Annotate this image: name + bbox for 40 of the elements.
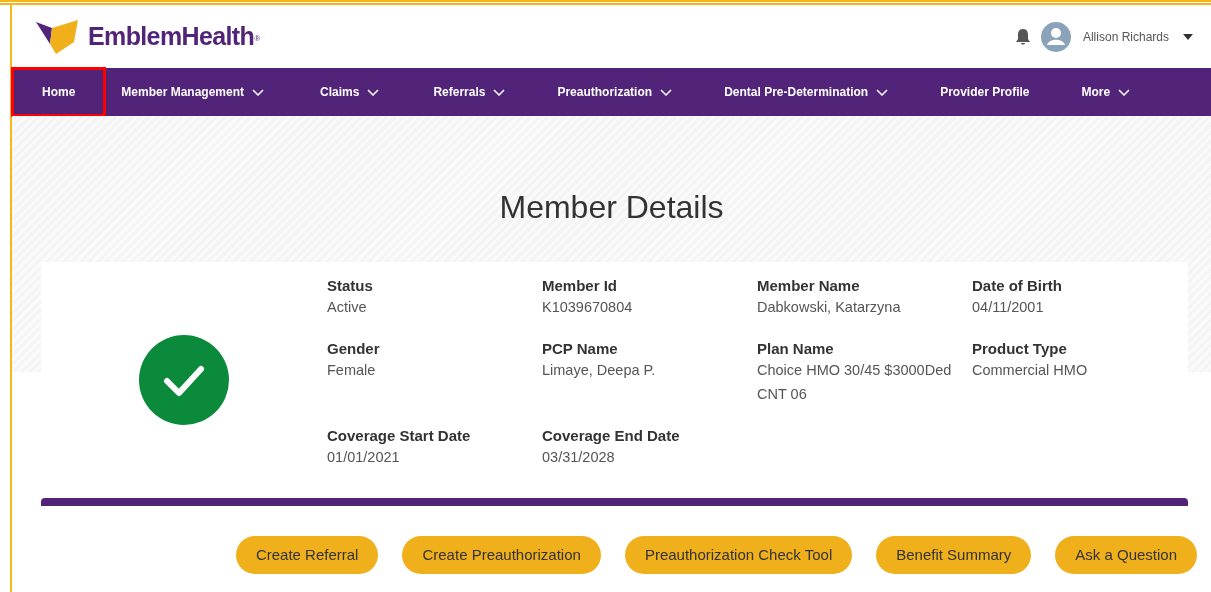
field-label: Coverage Start Date (327, 426, 472, 445)
field-value: 04/11/2001 (972, 298, 1045, 317)
field-value: Limaye, Deepa P. (542, 361, 657, 380)
page-title: Member Details (498, 188, 725, 227)
field-label: Member Id (542, 276, 618, 295)
field-value: 01/01/2021 (327, 448, 401, 467)
caret-icon[interactable] (1183, 33, 1193, 40)
nav-item[interactable]: More (1055, 68, 1157, 116)
action-button[interactable]: Create Referral (235, 536, 379, 574)
nav-item[interactable]: Preauthorization (531, 68, 699, 116)
field-value: 03/31/2028 (542, 448, 616, 467)
action-button[interactable]: Preauthorization Check Tool (624, 536, 853, 574)
bell-icon[interactable] (1014, 27, 1031, 46)
nav-item[interactable]: Member Management (105, 68, 293, 116)
nav-item[interactable]: Referrals (407, 68, 532, 116)
action-button[interactable]: Ask a Question (1055, 536, 1197, 574)
field-label: Plan Name (757, 339, 835, 358)
field-value: Dabkowski, Katarzyna (757, 298, 902, 317)
avatar-icon[interactable] (1040, 21, 1071, 52)
field-label: PCP Name (542, 339, 619, 358)
field-label: Product Type (972, 339, 1068, 358)
nav-item[interactable]: Provider Profile (914, 68, 1056, 116)
nav-item[interactable]: Home (12, 68, 106, 116)
action-button[interactable]: Benefit Summary (876, 536, 1032, 574)
field-value: K1039670804 (542, 298, 634, 317)
field-label: Coverage End Date (542, 426, 681, 445)
nav-item[interactable]: Dental Pre-Determination (698, 68, 915, 116)
nav-item[interactable]: Claims (292, 68, 408, 116)
field-label: Date of Birth (972, 276, 1063, 295)
action-button[interactable]: Create Preauthorization (402, 536, 601, 574)
field-value: Commercial HMO (972, 361, 1089, 380)
logo-icon (36, 19, 80, 54)
logo-text: EmblemHealth$^{®}$ (88, 20, 260, 52)
field-label: Status (327, 276, 374, 295)
field-value: Active (327, 298, 368, 317)
user-name[interactable]: Allison Richards (1082, 27, 1169, 46)
field-label: Gender (327, 339, 381, 358)
field-label: Member Name (757, 276, 861, 295)
field-value: Choice HMO 30/45 $3000Ded CNT 06 (757, 361, 953, 404)
field-value: Female (327, 361, 377, 380)
